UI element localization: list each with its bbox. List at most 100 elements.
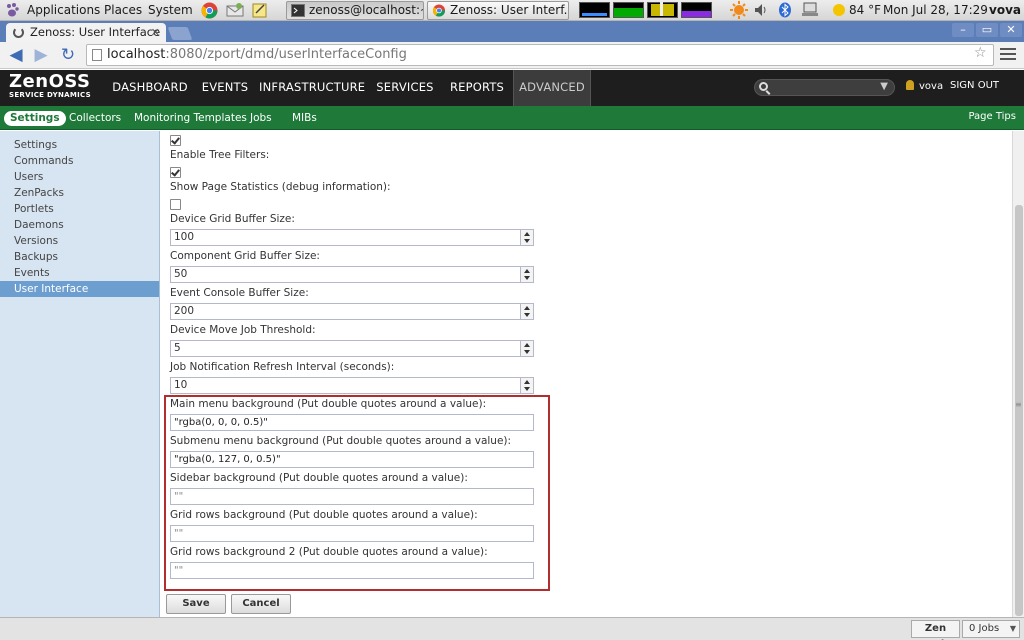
bookmark-star-icon[interactable]: ☆ — [974, 45, 987, 61]
top-checkbox[interactable] — [170, 135, 181, 146]
browser-tab[interactable]: Zenoss: User Interface ✕ — [6, 23, 166, 42]
zenoss-header: ZenOSS SERVICE DYNAMICS DASHBOARD EVENTS… — [0, 70, 1024, 106]
job-notification-refresh-field[interactable]: 10 — [170, 377, 534, 394]
chrome-launcher-icon[interactable] — [201, 2, 218, 19]
component-grid-buffer-value: 50 — [174, 268, 188, 280]
enable-tree-filters-checkbox[interactable] — [170, 167, 181, 178]
mail-launcher-icon[interactable] — [226, 2, 244, 19]
settings-sidebar: Settings Commands Users ZenPacks Portlet… — [0, 131, 160, 617]
event-console-buffer-field[interactable]: 200 — [170, 303, 534, 320]
applications-menu[interactable]: Applications — [27, 2, 100, 19]
taskbar-chrome-label: Zenoss: User Interf... — [450, 3, 569, 17]
system-menu[interactable]: System — [148, 2, 193, 19]
address-bar[interactable]: localhost:8080/zport/dmd/userInterfaceCo… — [86, 44, 994, 66]
sidebar-item-zenpacks[interactable]: ZenPacks — [0, 185, 159, 201]
cancel-button[interactable]: Cancel — [231, 594, 291, 614]
sidebar-item-commands[interactable]: Commands — [0, 153, 159, 169]
nav-events[interactable]: EVENTS — [194, 70, 256, 106]
submenu-background-input[interactable]: "rgba(0, 127, 0, 0.5)" — [170, 451, 534, 468]
job-notification-refresh-value: 10 — [174, 379, 188, 391]
spinner-icon[interactable] — [520, 267, 533, 282]
sidebar-background-input[interactable]: "" — [170, 488, 534, 505]
show-page-statistics-label: Show Page Statistics (debug information)… — [170, 181, 391, 193]
sidebar-item-users[interactable]: Users — [0, 169, 159, 185]
sidebar-item-backups[interactable]: Backups — [0, 249, 159, 265]
network-icon[interactable] — [801, 2, 819, 19]
url-host: localhost — [107, 47, 166, 62]
grid-rows-background-2-input[interactable]: "" — [170, 562, 534, 579]
nav-dashboard[interactable]: DASHBOARD — [108, 70, 192, 106]
subnav-monitoring-templates[interactable]: Monitoring Templates — [134, 111, 247, 126]
memory-monitor-graph — [613, 2, 644, 18]
nav-reports[interactable]: REPORTS — [444, 70, 510, 106]
taskbar-terminal[interactable]: zenoss@localhost:~ — [286, 1, 424, 20]
show-page-statistics-checkbox[interactable] — [170, 199, 181, 210]
spinner-icon[interactable] — [520, 378, 533, 393]
browser-menu-icon[interactable] — [1000, 45, 1016, 63]
reload-icon[interactable]: ↻ — [58, 44, 78, 66]
subnav-settings[interactable]: Settings — [4, 111, 66, 126]
new-tab-button[interactable] — [167, 27, 193, 40]
places-menu[interactable]: Places — [104, 2, 142, 19]
gnome-foot-icon[interactable] — [4, 2, 20, 19]
chevron-down-icon: ▼ — [1009, 624, 1016, 633]
jobs-label: 0 Jobs — [969, 623, 1000, 634]
subnav-mibs[interactable]: MIBs — [292, 111, 317, 126]
sidebar-item-user-interface[interactable]: User Interface — [0, 281, 159, 297]
subnav-collectors[interactable]: Collectors — [69, 111, 121, 126]
chevron-down-icon[interactable]: ▼ — [880, 81, 888, 92]
volume-icon[interactable] — [753, 2, 769, 19]
scrollbar-grip-icon: ≡ — [1015, 400, 1022, 409]
device-grid-buffer-value: 100 — [174, 231, 195, 243]
update-notifier-icon[interactable] — [730, 1, 748, 19]
swap-monitor-graph — [681, 2, 712, 18]
component-grid-buffer-field[interactable]: 50 — [170, 266, 534, 283]
component-grid-buffer-label: Component Grid Buffer Size: — [170, 250, 320, 262]
gnome-top-panel: Applications Places System zenoss@localh… — [0, 0, 1024, 21]
spinner-icon[interactable] — [520, 230, 533, 245]
user-menu[interactable]: vova — [906, 80, 943, 92]
forward-arrow-icon[interactable]: ▶ — [31, 44, 51, 66]
page-tips-link[interactable]: Page Tips — [968, 111, 1016, 122]
zen-mode-button[interactable]: Zen mode — [911, 620, 960, 640]
vertical-scrollbar[interactable]: ≡ — [1012, 131, 1024, 617]
grid-rows-background-label: Grid rows background (Put double quotes … — [170, 509, 478, 521]
sidebar-item-events[interactable]: Events — [0, 265, 159, 281]
subnav-jobs[interactable]: Jobs — [250, 111, 272, 126]
temperature-label[interactable]: 84 °F — [849, 2, 881, 19]
close-tab-icon[interactable]: ✕ — [151, 23, 160, 42]
minimize-icon[interactable]: – — [952, 23, 974, 37]
sidebar-item-daemons[interactable]: Daemons — [0, 217, 159, 233]
save-button[interactable]: Save — [166, 594, 226, 614]
spinner-icon[interactable] — [520, 304, 533, 319]
notes-launcher-icon[interactable] — [251, 2, 268, 19]
sign-out-link[interactable]: SIGN OUT — [950, 80, 999, 91]
taskbar-chrome[interactable]: Zenoss: User Interf... — [427, 1, 569, 20]
device-move-job-threshold-value: 5 — [174, 342, 181, 354]
global-search-input[interactable]: ▼ — [754, 79, 895, 96]
session-user-label[interactable]: vova — [989, 2, 1021, 19]
device-grid-buffer-field[interactable]: 100 — [170, 229, 534, 246]
sidebar-item-portlets[interactable]: Portlets — [0, 201, 159, 217]
clock-label[interactable]: Mon Jul 28, 17:29 — [883, 2, 988, 19]
device-move-job-threshold-field[interactable]: 5 — [170, 340, 534, 357]
nav-services[interactable]: SERVICES — [370, 70, 440, 106]
spinner-icon[interactable] — [520, 341, 533, 356]
scrollbar-thumb[interactable] — [1015, 205, 1023, 616]
page-icon — [92, 49, 102, 61]
sidebar-item-versions[interactable]: Versions — [0, 233, 159, 249]
network-monitor-graph — [647, 2, 678, 18]
nav-infrastructure[interactable]: INFRASTRUCTURE — [259, 70, 365, 106]
bluetooth-icon[interactable] — [778, 2, 792, 19]
maximize-icon[interactable]: ▭ — [976, 23, 998, 37]
grid-rows-background-input[interactable]: "" — [170, 525, 534, 542]
sidebar-background-label: Sidebar background (Put double quotes ar… — [170, 472, 468, 484]
nav-advanced[interactable]: ADVANCED — [513, 70, 591, 106]
close-window-icon[interactable]: ✕ — [1000, 23, 1022, 37]
event-console-buffer-value: 200 — [174, 305, 195, 317]
zenoss-logo[interactable]: ZenOSS SERVICE DYNAMICS — [9, 73, 91, 100]
jobs-button[interactable]: 0 Jobs ▼ — [962, 620, 1020, 638]
main-menu-background-input[interactable]: "rgba(0, 0, 0, 0.5)" — [170, 414, 534, 431]
sidebar-item-settings[interactable]: Settings — [0, 137, 159, 153]
back-arrow-icon[interactable]: ◀ — [6, 44, 26, 66]
